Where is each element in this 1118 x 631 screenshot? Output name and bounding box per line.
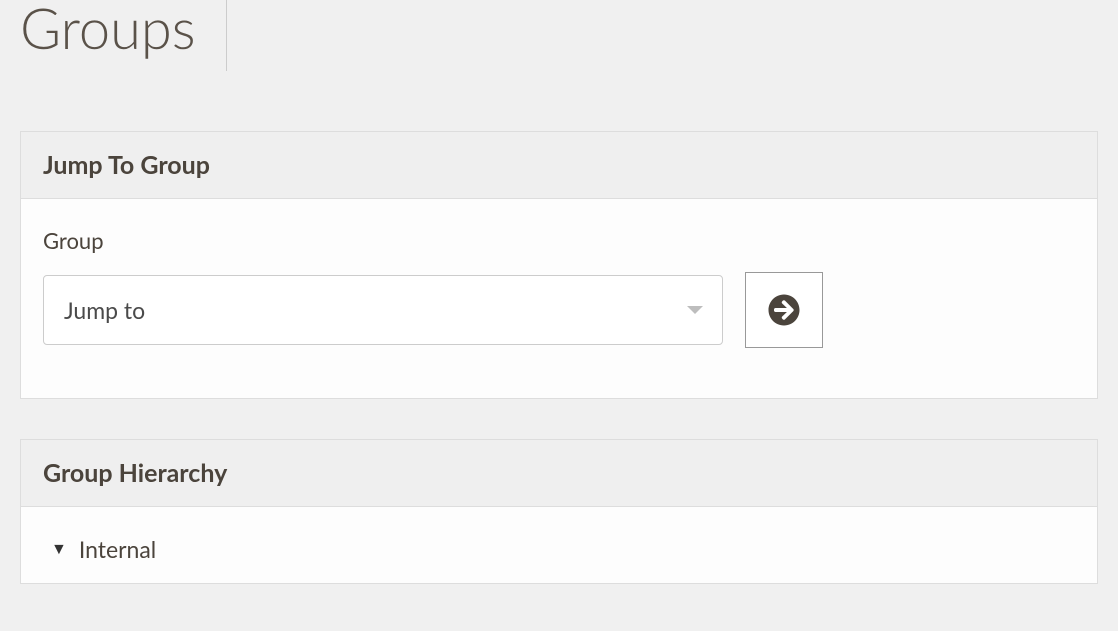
jump-to-group-panel: Jump To Group Group Jump to [20, 131, 1098, 399]
group-hierarchy-panel: Group Hierarchy ▼ Internal [20, 439, 1098, 584]
group-select-wrap: Jump to [43, 275, 723, 345]
group-hierarchy-panel-body: ▼ Internal [21, 507, 1097, 583]
group-select[interactable]: Jump to [43, 275, 723, 345]
group-hierarchy-panel-header: Group Hierarchy [21, 440, 1097, 507]
group-hierarchy-panel-title: Group Hierarchy [43, 458, 1075, 488]
tree-item-internal[interactable]: ▼ Internal [43, 535, 1075, 563]
jump-to-group-row: Jump to [43, 272, 1075, 348]
page-title: Groups [20, 0, 227, 71]
group-field-label: Group [43, 227, 1075, 254]
tree-item-label: Internal [79, 535, 156, 563]
jump-to-group-panel-title: Jump To Group [43, 150, 1075, 180]
tree-collapse-icon[interactable]: ▼ [51, 539, 67, 559]
jump-to-group-panel-header: Jump To Group [21, 132, 1097, 199]
go-button[interactable] [745, 272, 823, 348]
group-select-value: Jump to [64, 296, 145, 324]
jump-to-group-panel-body: Group Jump to [21, 199, 1097, 398]
page-header: Groups [20, 0, 1098, 71]
arrow-circle-right-icon [768, 294, 800, 326]
